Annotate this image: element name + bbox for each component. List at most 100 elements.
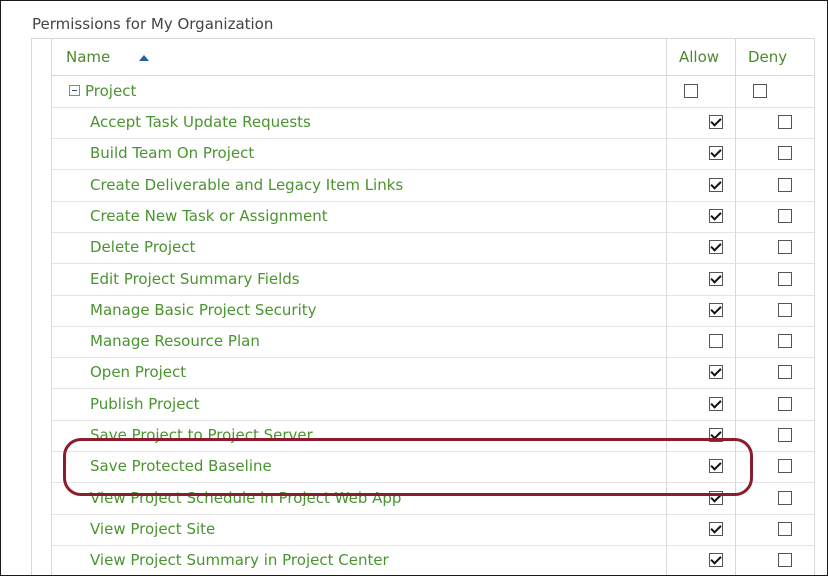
column-divider: [666, 138, 667, 170]
allow-checkbox[interactable]: [709, 428, 723, 442]
permission-label[interactable]: Manage Resource Plan: [90, 332, 260, 350]
column-divider: [666, 107, 667, 138]
permission-row: Build Team On Project: [52, 138, 814, 171]
allow-checkbox[interactable]: [709, 115, 723, 129]
group-row-project: Project: [52, 76, 814, 108]
permission-row: View Project Site: [52, 513, 814, 546]
deny-checkbox[interactable]: [778, 521, 792, 536]
allow-checkbox[interactable]: [709, 146, 723, 161]
permission-row: Manage Basic Project Security: [52, 294, 814, 327]
group-label[interactable]: Project: [85, 82, 136, 100]
grid-header: Name Allow Deny: [52, 39, 814, 76]
permission-row: Create Deliverable and Legacy Item Links: [52, 169, 814, 202]
allow-checkbox[interactable]: [709, 208, 723, 223]
column-divider: [735, 357, 736, 389]
column-divider: [735, 451, 736, 483]
column-divider: [735, 420, 736, 451]
row-selector-strip: [32, 39, 52, 575]
permission-row: Save Protected Baseline: [52, 451, 814, 484]
column-header-deny: Deny: [748, 48, 788, 66]
deny-checkbox[interactable]: [778, 428, 792, 442]
column-divider: [666, 388, 667, 420]
permission-label[interactable]: Publish Project: [90, 395, 200, 413]
column-divider: [735, 263, 736, 295]
column-divider: [666, 482, 667, 514]
deny-checkbox[interactable]: [778, 115, 792, 129]
permission-row: Manage Resource Plan: [52, 326, 814, 359]
allow-checkbox[interactable]: [709, 365, 723, 380]
column-divider: [666, 545, 667, 575]
column-divider: [666, 232, 667, 264]
allow-checkbox[interactable]: [709, 459, 723, 474]
permission-row: Open Project: [52, 357, 814, 390]
allow-checkbox[interactable]: [709, 490, 723, 505]
deny-checkbox[interactable]: [778, 553, 792, 568]
deny-checkbox[interactable]: [778, 334, 792, 349]
allow-checkbox[interactable]: [709, 553, 723, 568]
allow-checkbox[interactable]: [709, 396, 723, 411]
permission-label[interactable]: View Project Site: [90, 520, 215, 538]
permission-row: Accept Task Update Requests: [52, 107, 814, 139]
deny-checkbox[interactable]: [778, 302, 792, 317]
column-divider: [666, 420, 667, 451]
column-header-name[interactable]: Name: [66, 48, 110, 66]
column-divider: [735, 513, 736, 545]
column-divider: [735, 39, 736, 75]
deny-checkbox[interactable]: [778, 490, 792, 505]
permission-row: View Project Schedule in Project Web App: [52, 482, 814, 515]
deny-checkbox[interactable]: [778, 396, 792, 411]
deny-checkbox[interactable]: [778, 365, 792, 380]
permission-label[interactable]: View Project Schedule in Project Web App: [90, 489, 401, 507]
permission-row: Delete Project: [52, 232, 814, 265]
permission-label[interactable]: Edit Project Summary Fields: [90, 270, 300, 288]
deny-checkbox[interactable]: [778, 208, 792, 223]
allow-checkbox[interactable]: [709, 240, 723, 255]
permission-label[interactable]: Create New Task or Assignment: [90, 207, 328, 225]
deny-checkbox[interactable]: [778, 146, 792, 161]
column-divider: [666, 451, 667, 483]
permission-label[interactable]: Save Project to Project Server: [90, 426, 313, 444]
column-divider: [735, 138, 736, 170]
deny-checkbox[interactable]: [778, 240, 792, 255]
permission-label[interactable]: Build Team On Project: [90, 144, 254, 162]
column-divider: [666, 39, 667, 75]
permission-label[interactable]: Delete Project: [90, 238, 195, 256]
column-divider: [666, 294, 667, 326]
permission-label[interactable]: Accept Task Update Requests: [90, 113, 311, 131]
permission-label[interactable]: Save Protected Baseline: [90, 457, 272, 475]
permission-label[interactable]: Open Project: [90, 363, 186, 381]
deny-checkbox[interactable]: [778, 271, 792, 286]
column-divider: [666, 513, 667, 545]
column-divider: [735, 482, 736, 514]
permissions-panel: Permissions for My Organization Name All…: [0, 0, 828, 576]
permission-label[interactable]: Create Deliverable and Legacy Item Links: [90, 176, 403, 194]
column-divider: [666, 76, 667, 107]
column-divider: [735, 232, 736, 264]
permission-row: Edit Project Summary Fields: [52, 263, 814, 296]
column-header-allow: Allow: [679, 48, 720, 66]
permission-label[interactable]: View Project Summary in Project Center: [90, 551, 389, 569]
permissions-grid: Name Allow Deny Project Accept Task Upda…: [31, 38, 815, 575]
allow-checkbox[interactable]: [709, 177, 723, 192]
column-divider: [735, 169, 736, 201]
allow-checkbox[interactable]: [709, 302, 723, 317]
column-divider: [666, 169, 667, 201]
group-allow-checkbox[interactable]: [684, 84, 698, 98]
column-divider: [735, 294, 736, 326]
permission-row: Publish Project: [52, 388, 814, 421]
sort-ascending-icon[interactable]: [139, 55, 149, 61]
deny-checkbox[interactable]: [778, 177, 792, 192]
column-divider: [735, 76, 736, 107]
deny-checkbox[interactable]: [778, 459, 792, 474]
allow-checkbox[interactable]: [709, 271, 723, 286]
column-divider: [735, 107, 736, 138]
column-divider: [666, 263, 667, 295]
allow-checkbox[interactable]: [709, 521, 723, 536]
permission-row: Save Project to Project Server: [52, 420, 814, 452]
column-divider: [735, 326, 736, 358]
allow-checkbox[interactable]: [709, 334, 723, 349]
group-deny-checkbox[interactable]: [753, 84, 767, 98]
permission-label[interactable]: Manage Basic Project Security: [90, 301, 317, 319]
collapse-icon[interactable]: [69, 85, 80, 96]
column-divider: [666, 326, 667, 358]
